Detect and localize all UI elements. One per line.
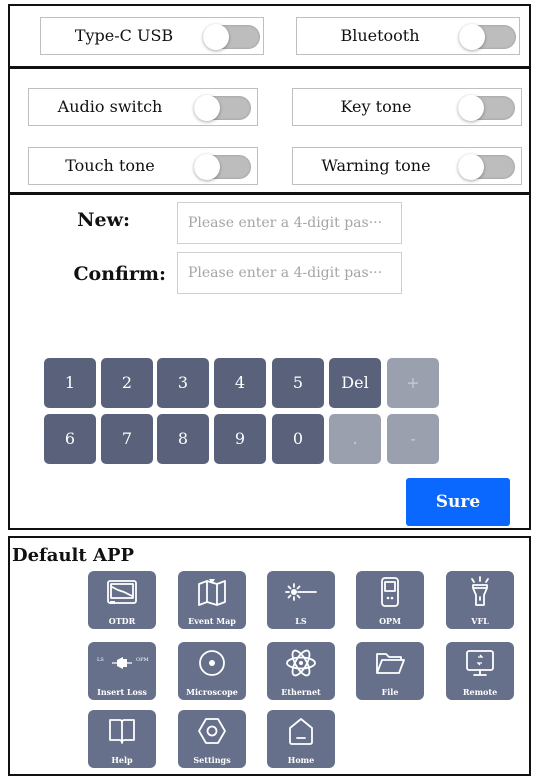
sound-panel: Audio switch Key tone Touch tone Warning…: [8, 67, 531, 194]
app-label: Event Map: [188, 616, 236, 626]
app-tile-settings[interactable]: Settings: [178, 710, 246, 768]
keypad-key[interactable]: 4: [214, 358, 266, 408]
app-label: OTDR: [108, 616, 136, 626]
app-label: OPM: [379, 616, 401, 626]
audio-switch-toggle[interactable]: [194, 95, 251, 121]
touch-tone-label: Touch tone: [65, 156, 155, 175]
switch-knob: [458, 154, 484, 180]
touch-tone-switch[interactable]: [194, 154, 251, 180]
keypad-key[interactable]: 5: [272, 358, 324, 408]
keypad-key[interactable]: 9: [214, 414, 266, 464]
warning-tone-switch[interactable]: [458, 154, 515, 180]
type-c-usb-label: Type-C USB: [74, 26, 174, 45]
bluetooth-toggle-row: Bluetooth: [296, 17, 520, 55]
key-tone-switch[interactable]: [458, 95, 515, 121]
switch-knob: [458, 95, 484, 121]
switch-knob: [194, 95, 220, 121]
switch-knob: [194, 154, 220, 180]
confirm-password-label: Confirm:: [73, 263, 166, 285]
app-label: Insert Loss: [97, 687, 147, 697]
app-tile-home[interactable]: Home: [267, 710, 335, 768]
keypad-key[interactable]: +: [387, 358, 439, 408]
new-password-label: New:: [77, 209, 130, 231]
app-tile-file[interactable]: File: [356, 642, 424, 700]
key-tone-row: Key tone: [292, 88, 522, 126]
default-app-title: Default APP: [12, 545, 135, 566]
keypad-key[interactable]: 3: [157, 358, 209, 408]
bluetooth-label: Bluetooth: [340, 26, 420, 45]
app-label: VFL: [471, 616, 489, 626]
app-tile-event-map[interactable]: Event Map: [178, 571, 246, 629]
app-tile-insert-loss[interactable]: LS OPM Insert Loss: [88, 642, 156, 700]
touch-tone-row: Touch tone: [28, 147, 258, 185]
switch-knob: [459, 24, 485, 50]
keypad-key[interactable]: 7: [101, 414, 153, 464]
app-tile-help[interactable]: Help: [88, 710, 156, 768]
app-label: Ethernet: [281, 687, 321, 697]
insert-loss-ls-text: LS: [97, 657, 104, 663]
app-tile-vfl[interactable]: VFL: [446, 571, 514, 629]
key-tone-label: Key tone: [340, 97, 412, 116]
app-label: Remote: [462, 687, 498, 697]
connection-panel: Type-C USB Bluetooth: [8, 4, 531, 68]
app-label: File: [381, 687, 399, 697]
keypad-key[interactable]: 6: [44, 414, 96, 464]
audio-switch-label: Audio switch: [57, 97, 163, 116]
insert-loss-opm-text: OPM: [136, 657, 149, 663]
audio-switch-row: Audio switch: [28, 88, 258, 126]
delete-key[interactable]: Del: [329, 358, 381, 408]
new-password-input[interactable]: [177, 202, 402, 244]
app-tile-otdr[interactable]: OTDR: [88, 571, 156, 629]
keypad-key[interactable]: 2: [101, 358, 153, 408]
app-tile-remote[interactable]: Remote: [446, 642, 514, 700]
keypad-key[interactable]: 0: [272, 414, 324, 464]
type-c-usb-switch[interactable]: [203, 24, 260, 50]
keypad-key[interactable]: .: [329, 414, 381, 464]
password-panel: New: Confirm: 12345Del+67890.- Sure: [8, 193, 531, 530]
warning-tone-label: Warning tone: [321, 156, 431, 175]
app-tile-microscope[interactable]: Microscope: [178, 642, 246, 700]
app-tile-ls[interactable]: LS: [267, 571, 335, 629]
confirm-password-input[interactable]: [177, 252, 402, 294]
app-label: Microscope: [186, 687, 238, 697]
app-label: Settings: [193, 755, 231, 765]
type-c-usb-toggle-row: Type-C USB: [40, 17, 264, 55]
sure-button[interactable]: Sure: [406, 478, 510, 526]
keypad-key[interactable]: 1: [44, 358, 96, 408]
keypad-key[interactable]: -: [387, 414, 439, 464]
keypad-key[interactable]: 8: [157, 414, 209, 464]
app-tile-ethernet[interactable]: Ethernet: [267, 642, 335, 700]
default-app-panel: Default APP OTDR Event Map LS OPM VFL LS OPM In…: [8, 536, 531, 776]
app-label: Help: [111, 755, 133, 765]
bluetooth-switch[interactable]: [459, 24, 516, 50]
app-label: Home: [287, 755, 315, 765]
app-tile-opm[interactable]: OPM: [356, 571, 424, 629]
app-label: LS: [295, 616, 307, 626]
warning-tone-row: Warning tone: [292, 147, 522, 185]
switch-knob: [203, 24, 229, 50]
